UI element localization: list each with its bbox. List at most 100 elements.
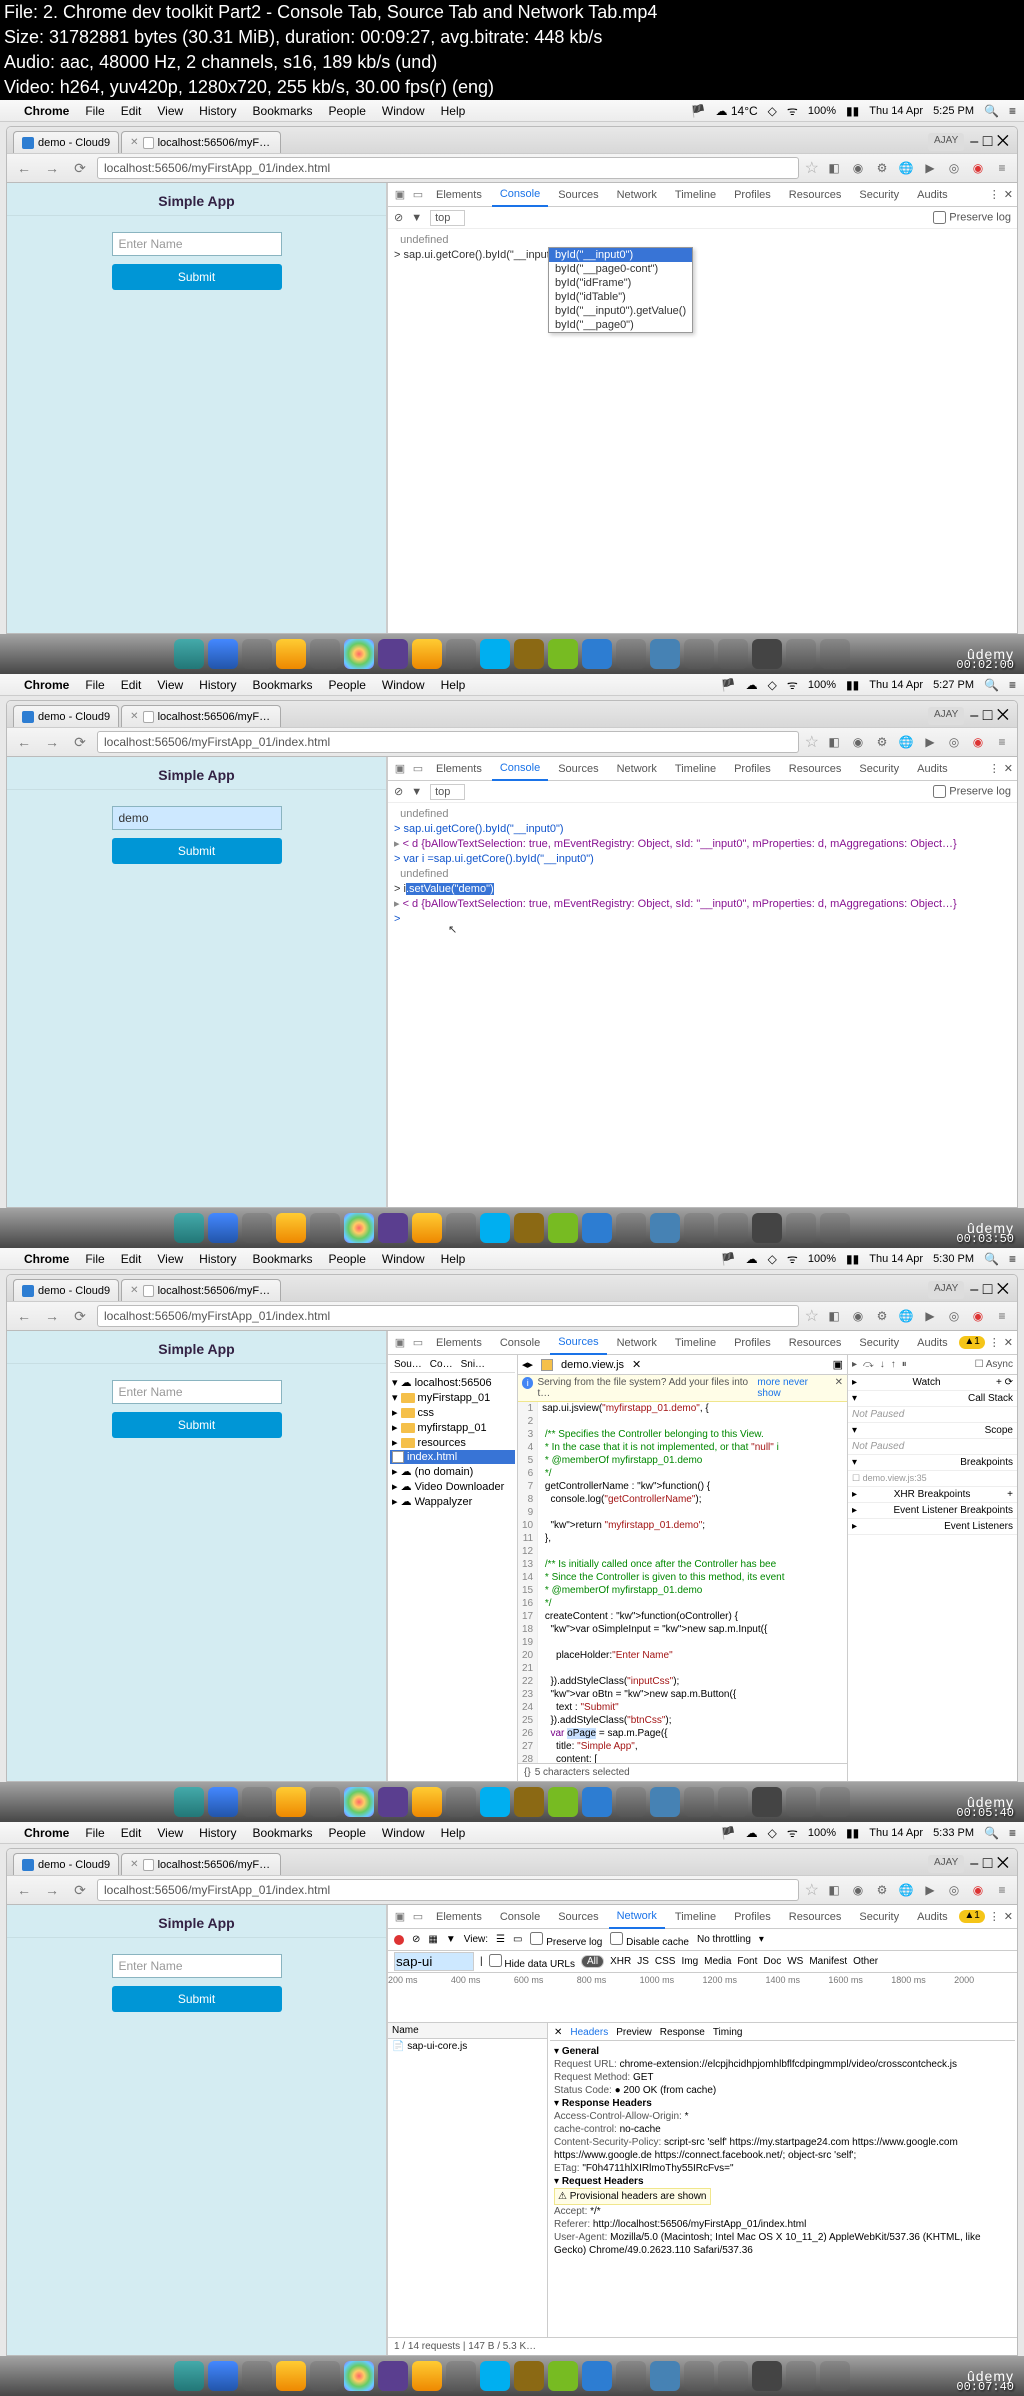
submit-button[interactable]: Submit xyxy=(112,264,282,290)
back-button[interactable]: ← xyxy=(13,731,35,753)
dock-safari-icon[interactable] xyxy=(208,639,238,669)
tab-console[interactable]: Console xyxy=(492,183,548,207)
forward-button[interactable]: → xyxy=(41,157,63,179)
battery-percent[interactable]: 100% xyxy=(808,105,836,117)
ext-icon[interactable]: ◎ xyxy=(945,159,963,177)
filter-input[interactable] xyxy=(394,1952,474,1971)
filter-icon[interactable]: ▼ xyxy=(411,212,422,224)
code-content[interactable]: sap.ui.jsview("myfirstapp_01.demo", { /*… xyxy=(538,1402,788,1763)
tab-localhost[interactable]: ✕localhost:56506/myFirst… xyxy=(121,705,281,727)
warning-badge[interactable]: ▲1 xyxy=(959,1336,984,1349)
dock-app-icon[interactable] xyxy=(752,639,782,669)
menu-file[interactable]: File xyxy=(85,104,104,118)
tab-audits[interactable]: Audits xyxy=(909,183,956,207)
editor-tab[interactable]: demo.view.js xyxy=(561,1359,624,1371)
step-over-icon[interactable]: ⤼ xyxy=(863,1359,874,1370)
ext-icon[interactable]: 🌐 xyxy=(897,159,915,177)
app-name[interactable]: Chrome xyxy=(24,104,69,118)
name-input[interactable] xyxy=(112,1380,282,1404)
request-row[interactable]: 📄 sap-ui-core.js xyxy=(388,2039,547,2054)
tree-node-selected[interactable]: index.html xyxy=(390,1450,515,1464)
dock-icon[interactable]: ⋮ xyxy=(989,188,1000,201)
timeline-overview[interactable]: 200 ms400 ms600 ms800 ms1000 ms1200 ms14… xyxy=(388,1973,1017,2023)
flag-icon[interactable]: 🏴 xyxy=(691,104,706,118)
dropbox-icon[interactable]: ◇ xyxy=(768,104,777,118)
async-checkbox[interactable]: ☐ Async xyxy=(975,1359,1013,1370)
tree-node[interactable]: ▾ ☁ localhost:56506 xyxy=(390,1375,515,1390)
menu-bookmarks[interactable]: Bookmarks xyxy=(253,104,313,118)
menu-history[interactable]: History xyxy=(199,104,236,118)
tab-security[interactable]: Security xyxy=(851,183,907,207)
workspace-info[interactable]: iServing from the file system? Add your … xyxy=(518,1375,847,1402)
reload-button[interactable]: ⟳ xyxy=(69,1305,91,1327)
tab-cloud9[interactable]: demo - Cloud9 xyxy=(13,131,119,153)
request-list[interactable]: Name 📄 sap-ui-core.js xyxy=(388,2023,548,2337)
preserve-log-checkbox[interactable]: Preserve log xyxy=(933,211,1011,224)
autocomplete-popup[interactable]: byId("__input0") byId("__page0-cont") by… xyxy=(548,247,693,333)
menu-window[interactable]: Window xyxy=(382,104,425,118)
inspect-icon[interactable]: ▣ xyxy=(392,188,408,201)
reload-button[interactable]: ⟳ xyxy=(69,157,91,179)
name-input[interactable] xyxy=(112,232,282,256)
throttle-select[interactable]: No throttling xyxy=(697,1934,751,1945)
close-devtools-icon[interactable]: ✕ xyxy=(1004,188,1013,201)
step-out-icon[interactable]: ↑ xyxy=(891,1359,896,1370)
mac-dock[interactable]: ûdemy 00:02:00 xyxy=(0,634,1024,674)
back-button[interactable]: ← xyxy=(13,157,35,179)
dock-app-icon[interactable] xyxy=(582,639,612,669)
name-input[interactable] xyxy=(112,806,282,830)
dock-app-icon[interactable] xyxy=(446,639,476,669)
tab-network[interactable]: Network xyxy=(609,183,665,207)
reload-button[interactable]: ⟳ xyxy=(69,731,91,753)
notification-icon[interactable]: ≡ xyxy=(1009,104,1016,118)
console-output[interactable]: undefined > sap.ui.getCore().byId("__inp… xyxy=(388,229,1017,633)
device-icon[interactable]: ▭ xyxy=(410,188,426,201)
weather-icon[interactable]: ☁ 14°C xyxy=(716,104,758,118)
dock-app-icon[interactable] xyxy=(242,639,272,669)
dock-app-icon[interactable] xyxy=(276,639,306,669)
step-into-icon[interactable]: ↓ xyxy=(880,1359,885,1370)
dock-chrome-icon[interactable] xyxy=(344,639,374,669)
dock-app-icon[interactable] xyxy=(718,639,748,669)
tab-elements[interactable]: Elements xyxy=(428,183,490,207)
clear-icon[interactable]: ⊘ xyxy=(412,1934,420,1945)
bookmark-star-icon[interactable]: ☆ xyxy=(805,158,819,178)
dock-trash-icon[interactable] xyxy=(820,639,850,669)
ext-icon[interactable]: ▶ xyxy=(921,159,939,177)
forward-button[interactable]: → xyxy=(41,731,63,753)
record-button[interactable] xyxy=(394,1935,404,1945)
dock-app-icon[interactable] xyxy=(412,639,442,669)
ext-icon[interactable]: ◉ xyxy=(969,159,987,177)
url-input[interactable]: localhost:56506/myFirstApp_01/index.html xyxy=(97,731,799,753)
dock-app-icon[interactable] xyxy=(310,639,340,669)
menu-people[interactable]: People xyxy=(329,104,366,118)
pause-icon[interactable]: ▸ xyxy=(852,1359,857,1370)
wifi-icon[interactable]: ᯤ xyxy=(787,102,798,119)
dock-app-icon[interactable] xyxy=(514,639,544,669)
battery-icon[interactable]: ▮▮ xyxy=(846,104,859,118)
tab-localhost[interactable]: ✕localhost:56506/myFirst… xyxy=(121,131,281,153)
dock-app-icon[interactable] xyxy=(378,639,408,669)
menu-help[interactable]: Help xyxy=(441,104,466,118)
dock-app-icon[interactable] xyxy=(548,639,578,669)
dock-finder-icon[interactable] xyxy=(174,639,204,669)
dock-skype-icon[interactable] xyxy=(480,639,510,669)
ext-icon[interactable]: ◧ xyxy=(825,159,843,177)
tab-sources[interactable]: Sources xyxy=(550,183,606,207)
hamburger-icon[interactable]: ≡ xyxy=(993,159,1011,177)
tab-profiles[interactable]: Profiles xyxy=(726,183,779,207)
deactivate-bp-icon[interactable]: ⏸ xyxy=(902,1359,907,1370)
menubar-date[interactable]: Thu 14 Apr xyxy=(869,105,923,117)
url-input[interactable]: localhost:56506/myFirstApp_01/index.html xyxy=(97,157,799,179)
dock-app-icon[interactable] xyxy=(786,639,816,669)
ext-icon[interactable]: ⚙ xyxy=(873,159,891,177)
tab-resources[interactable]: Resources xyxy=(781,183,850,207)
dock-app-icon[interactable] xyxy=(684,639,714,669)
console-output[interactable]: undefined > sap.ui.getCore().byId("__inp… xyxy=(388,803,1017,1207)
menu-view[interactable]: View xyxy=(157,104,183,118)
profile-button[interactable]: AJAY xyxy=(928,133,964,151)
close-tab-icon[interactable]: ✕ xyxy=(130,137,138,148)
tab-cloud9[interactable]: demo - Cloud9 xyxy=(13,705,119,727)
menu-edit[interactable]: Edit xyxy=(121,104,142,118)
dock-app-icon[interactable] xyxy=(616,639,646,669)
